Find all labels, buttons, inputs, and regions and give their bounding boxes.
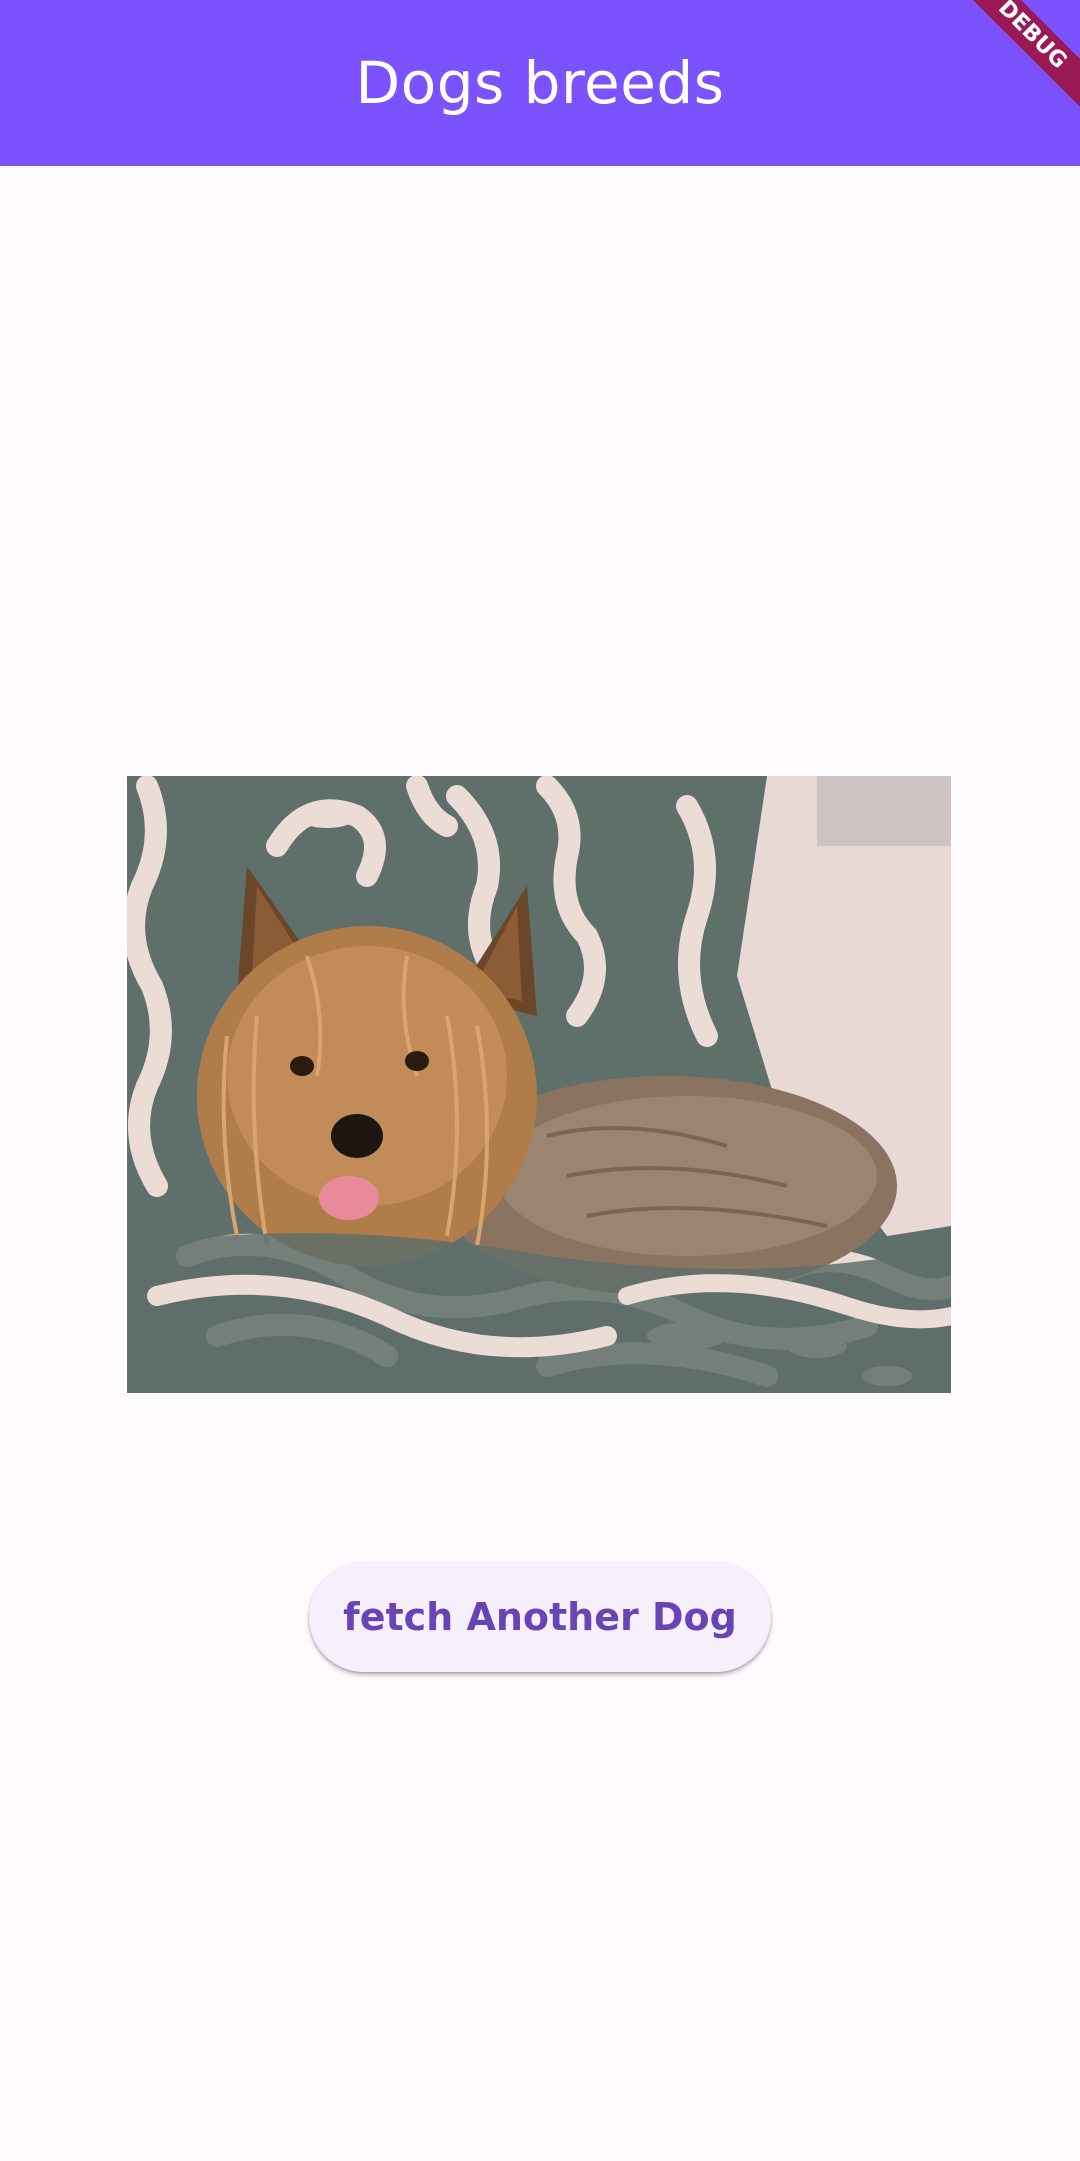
- app-bar-title: Dogs breeds: [355, 49, 725, 117]
- app-bar: Dogs breeds: [0, 0, 1080, 166]
- debug-banner-label: DEBUG: [960, 0, 1080, 118]
- dog-image: [127, 776, 951, 1393]
- fetch-button-label: fetch Another Dog: [343, 1595, 737, 1639]
- app-screen: Dogs breeds DEBUG fetch Another Dog: [0, 0, 1080, 2161]
- fetch-another-dog-button[interactable]: fetch Another Dog: [309, 1562, 771, 1672]
- debug-banner: DEBUG: [960, 0, 1080, 120]
